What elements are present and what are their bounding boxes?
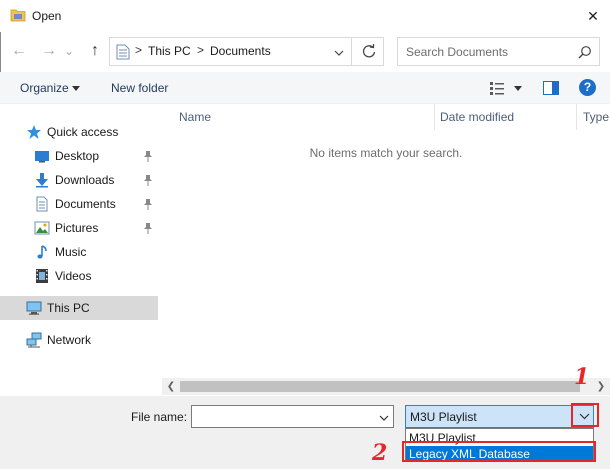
scroll-right-icon[interactable]: ❯ [596, 381, 606, 392]
command-bar: Organize New folder ? [0, 72, 610, 104]
address-bar[interactable]: > This PC > Documents [109, 37, 384, 66]
annotation-box-2 [402, 441, 596, 462]
sidebar-item-label: Network [47, 333, 92, 347]
file-name-label: File name: [131, 410, 188, 424]
column-header-date-modified[interactable]: Date modified [440, 104, 514, 130]
breadcrumb-separator: > [197, 43, 205, 57]
sidebar-item-downloads[interactable]: Downloads [0, 168, 158, 192]
address-dropdown-button[interactable] [334, 46, 344, 60]
network-icon [26, 332, 42, 348]
documents-icon [34, 196, 50, 212]
breadcrumb-this-pc[interactable]: This PC [148, 44, 191, 58]
organize-caret-icon[interactable] [72, 86, 80, 91]
navigation-bar: ← → ⌄ ↑ > This PC > Documents Search Doc… [0, 32, 610, 72]
sidebar-item-pictures[interactable]: Pictures [0, 216, 158, 240]
breadcrumb-separator: > [135, 43, 143, 57]
search-input[interactable]: Search Documents [406, 45, 508, 59]
scroll-left-icon[interactable]: ❮ [166, 381, 176, 392]
preview-pane-icon[interactable] [543, 81, 559, 95]
sidebar-item-videos[interactable]: Videos [0, 264, 158, 288]
sidebar-item-label: This PC [47, 301, 90, 315]
column-divider[interactable] [434, 104, 435, 130]
help-icon[interactable]: ? [579, 79, 596, 96]
change-view-icon[interactable] [489, 81, 505, 95]
search-icon[interactable] [578, 45, 592, 59]
sidebar-item-label: Videos [55, 269, 92, 283]
file-type-selected: M3U Playlist [410, 410, 477, 424]
organize-button[interactable]: Organize [20, 81, 69, 95]
chevron-down-icon: ⌄ [63, 44, 75, 58]
annotation-step-1: 1 [574, 364, 590, 390]
document-location-icon [116, 44, 130, 60]
file-list: Name Date modified Type No items match y… [162, 104, 610, 396]
search-box[interactable]: Search Documents [397, 37, 600, 66]
horizontal-scrollbar[interactable]: ❮ ❯ [162, 378, 610, 395]
pin-icon[interactable] [143, 222, 153, 234]
view-options-caret-icon[interactable] [514, 86, 522, 91]
sidebar-item-label: Pictures [55, 221, 99, 235]
sidebar-item-label: Desktop [55, 149, 100, 163]
computer-icon [26, 300, 42, 316]
refresh-icon [362, 44, 376, 58]
sidebar-item-quick-access[interactable]: Quick access [0, 120, 158, 144]
sidebar-item-network[interactable]: Network [0, 328, 158, 352]
downloads-icon [34, 172, 50, 188]
chevron-down-icon [334, 50, 344, 56]
chevron-down-icon[interactable] [379, 412, 389, 422]
title-bar: Open ✕ [0, 0, 610, 32]
annotation-box-1 [571, 403, 599, 427]
column-divider[interactable] [576, 104, 577, 130]
column-header-type[interactable]: Type [583, 104, 609, 130]
up-arrow-icon: ↑ [91, 42, 99, 59]
breadcrumb-documents[interactable]: Documents [210, 44, 271, 58]
column-header-name[interactable]: Name [179, 104, 211, 130]
up-button[interactable]: ↑ [84, 40, 106, 62]
forward-button[interactable]: → [38, 40, 60, 62]
navigation-pane: Quick access Desktop Downloads Documents [0, 104, 158, 396]
recent-locations-button[interactable]: ⌄ [62, 40, 76, 62]
pin-icon[interactable] [143, 198, 153, 210]
forward-arrow-icon: → [41, 42, 57, 59]
window-title: Open [32, 9, 62, 23]
pin-icon[interactable] [143, 150, 153, 162]
sidebar-item-documents[interactable]: Documents [0, 192, 158, 216]
sidebar-item-label: Music [55, 245, 87, 259]
star-icon [26, 124, 42, 140]
sidebar-item-label: Documents [55, 197, 116, 211]
sidebar-item-label: Quick access [47, 125, 119, 139]
scrollbar-thumb[interactable] [180, 381, 580, 392]
back-button[interactable]: ← [8, 40, 30, 62]
back-arrow-icon: ← [11, 42, 27, 59]
music-icon [34, 244, 50, 260]
sidebar-item-label: Downloads [55, 173, 115, 187]
refresh-button[interactable] [360, 42, 378, 60]
sidebar-item-music[interactable]: Music [0, 240, 158, 264]
videos-icon [34, 268, 50, 284]
sidebar-item-desktop[interactable]: Desktop [0, 144, 158, 168]
close-button[interactable]: ✕ [580, 4, 606, 28]
folder-app-icon [10, 8, 26, 22]
address-divider [351, 38, 352, 65]
empty-message: No items match your search. [309, 146, 463, 160]
pin-icon[interactable] [143, 174, 153, 186]
file-type-select[interactable]: M3U Playlist [405, 405, 594, 428]
desktop-icon [34, 148, 50, 164]
pictures-icon [34, 220, 50, 236]
sidebar-item-this-pc[interactable]: This PC [0, 296, 158, 320]
close-icon: ✕ [587, 7, 599, 24]
new-folder-button[interactable]: New folder [111, 81, 168, 95]
annotation-step-2: 2 [372, 440, 388, 466]
file-name-field[interactable] [191, 405, 394, 428]
